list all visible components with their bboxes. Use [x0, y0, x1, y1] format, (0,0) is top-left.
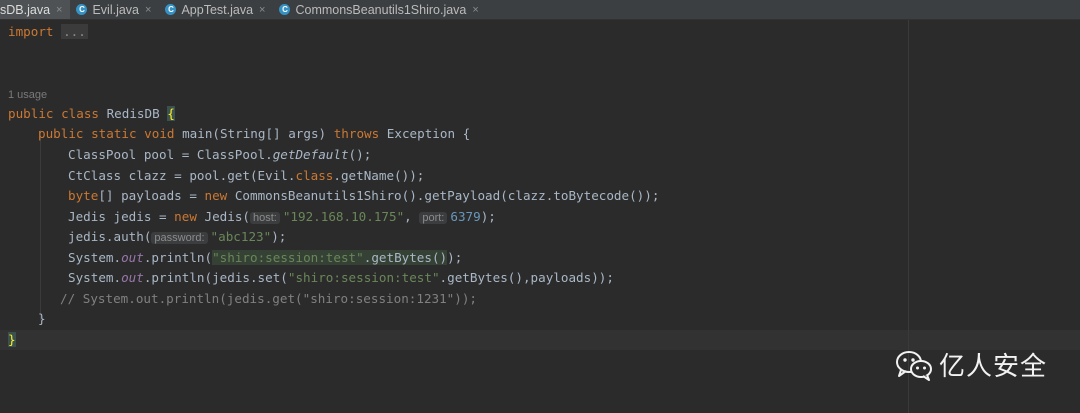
param-hint-password: password:	[151, 232, 208, 244]
tab-apptest[interactable]: C AppTest.java ×	[159, 0, 273, 19]
code-line-close-method: }	[38, 311, 46, 326]
code-line-main: public static void main(String[] args) t…	[38, 126, 471, 141]
code-line-comment: // System.out.println(jedis.get("shiro:s…	[60, 291, 478, 306]
folded-imports[interactable]: ...	[61, 24, 88, 39]
java-class-icon: C	[279, 4, 291, 15]
code-line-payloads: byte[] payloads = new CommonsBeanutils1S…	[68, 188, 660, 203]
param-hint-host: host:	[249, 212, 280, 224]
close-icon[interactable]: ×	[472, 4, 478, 16]
tab-label: Evil.java	[92, 2, 140, 17]
close-icon[interactable]: ×	[56, 4, 62, 16]
close-icon[interactable]: ×	[145, 4, 151, 16]
code-line-classpool: ClassPool pool = ClassPool.getDefault();	[68, 147, 372, 162]
java-class-icon: C	[76, 4, 88, 15]
code-line-import: import ...	[8, 24, 88, 39]
param-hint-port: port:	[419, 212, 448, 224]
tab-redisdb[interactable]: sDB.java ×	[0, 0, 71, 19]
close-icon[interactable]: ×	[259, 4, 265, 16]
tab-evil[interactable]: C Evil.java ×	[70, 0, 159, 19]
code-line-auth: jedis.auth(password: "abc123");	[68, 229, 287, 244]
editor-tab-bar: sDB.java × C Evil.java × C AppTest.java …	[0, 0, 1080, 20]
watermark-text: 亿人安全	[939, 352, 1048, 382]
tab-label: AppTest.java	[181, 2, 254, 17]
indent-guide	[40, 130, 41, 320]
java-class-icon: C	[165, 4, 177, 15]
code-line-jedis: Jedis jedis = new Jedis(host: "192.168.10…	[68, 209, 496, 224]
code-line-println-1: System.out.println("shiro:session:test".…	[68, 250, 463, 265]
code-line-close-class: }	[8, 332, 16, 347]
watermark: 亿人安全	[895, 346, 1047, 383]
code-line-println-2: System.out.println(jedis.set("shiro:sess…	[68, 270, 614, 285]
usage-hint[interactable]: 1 usage	[8, 84, 47, 104]
code-line-class: public class RedisDB {	[8, 106, 175, 121]
tab-label: sDB.java	[0, 2, 51, 17]
tab-label: CommonsBeanutils1Shiro.java	[295, 2, 467, 17]
tab-commonsbeanutils1shiro[interactable]: C CommonsBeanutils1Shiro.java ×	[273, 0, 486, 19]
code-line-ctclass: CtClass clazz = pool.get(Evil.class.getN…	[68, 168, 425, 183]
wechat-icon	[896, 350, 932, 381]
